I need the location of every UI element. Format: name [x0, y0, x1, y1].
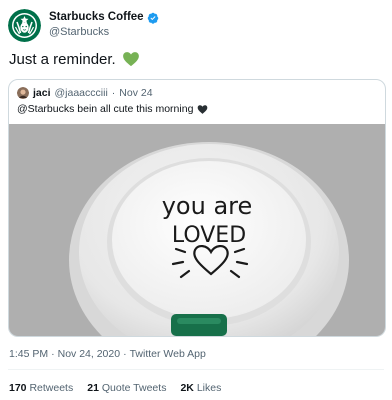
quoted-tweet-header: jaci @jaaaccciii · Nov 24 [17, 86, 153, 100]
quoted-tweet-card[interactable]: jaci @jaaaccciii · Nov 24 @Starbucks bei… [8, 79, 386, 337]
lid-handwriting-line1: you are [162, 192, 253, 220]
name-row: Starbucks Coffee [49, 10, 159, 25]
tweet-text-content: Just a reminder. [9, 50, 116, 68]
lid-handwriting-line2: LOVED [172, 223, 246, 248]
tweet-header: Starbucks Coffee @Starbucks [8, 8, 159, 42]
tweet-date[interactable]: Nov 24, 2020 [58, 348, 120, 360]
coffee-lid-photo: you are LOVED [9, 124, 385, 336]
retweets-label: Retweets [29, 382, 74, 394]
quoted-tweet-text: @Starbucks bein all cute this morning [17, 103, 208, 115]
tweet-time[interactable]: 1:45 PM [9, 348, 48, 360]
quoted-author-avatar [17, 87, 29, 99]
tweet-meta: 1:45 PM · Nov 24, 2020 · Twitter Web App [9, 348, 206, 360]
retweets-count: 170 [9, 382, 27, 394]
meta-separator: · [123, 348, 127, 360]
quote-tweets-label: Quote Tweets [101, 382, 167, 394]
quote-tweets-stat[interactable]: 21 Quote Tweets [87, 382, 166, 394]
author-handle[interactable]: @Starbucks [49, 25, 159, 40]
black-heart-icon [197, 104, 208, 115]
retweets-stat[interactable]: 170 Retweets [9, 382, 73, 394]
quoted-date: Nov 24 [119, 87, 153, 99]
quoted-author-name: jaci [33, 87, 51, 99]
avatar[interactable] [8, 8, 41, 42]
meta-separator: · [51, 348, 55, 360]
quoted-separator: · [111, 87, 116, 99]
quoted-tweet-photo[interactable]: you are LOVED [9, 124, 385, 336]
likes-label: Likes [196, 382, 222, 394]
author-display-name[interactable]: Starbucks Coffee [49, 10, 144, 25]
tweet-text: Just a reminder. [9, 50, 140, 68]
verified-badge-icon [147, 12, 159, 24]
likes-count: 2K [180, 382, 194, 394]
starbucks-logo-icon [8, 8, 41, 42]
divider [8, 369, 384, 370]
tweet-stats: 170 Retweets 21 Quote Tweets 2K Likes [9, 382, 221, 394]
quoted-tweet-text-content: @Starbucks bein all cute this morning [17, 103, 194, 115]
tweet-source[interactable]: Twitter Web App [130, 348, 206, 360]
quoted-author-handle: @jaaaccciii [54, 87, 108, 99]
author-block: Starbucks Coffee @Starbucks [49, 10, 159, 40]
green-heart-icon [122, 50, 140, 68]
likes-stat[interactable]: 2K Likes [180, 382, 221, 394]
quote-tweets-count: 21 [87, 382, 99, 394]
